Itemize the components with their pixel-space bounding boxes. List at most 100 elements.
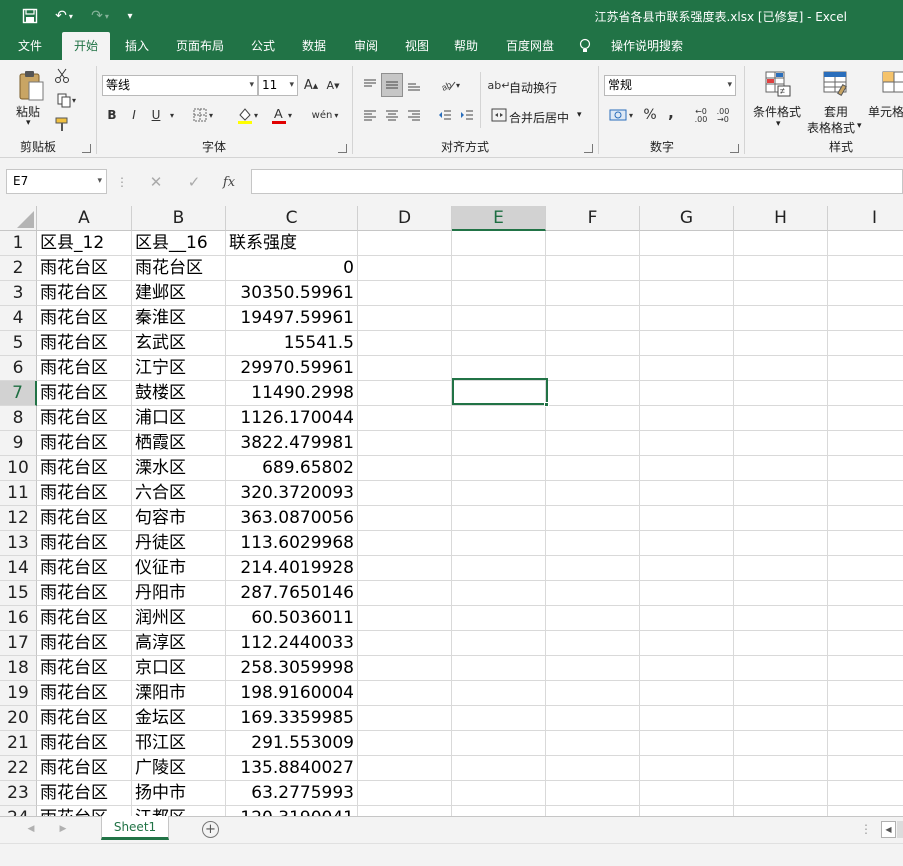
sheet-tab-sheet1[interactable]: Sheet1 — [101, 816, 169, 840]
cell-c3[interactable]: 30350.59961 — [226, 281, 358, 306]
cell-b17[interactable]: 高淳区 — [132, 631, 226, 656]
cell-a22[interactable]: 雨花台区 — [37, 756, 132, 781]
cell-i5[interactable] — [828, 331, 903, 356]
paste-dropdown-icon[interactable]: ▾ — [26, 118, 31, 128]
cell-a24[interactable]: 雨花台区 — [37, 806, 132, 816]
cell-i15[interactable] — [828, 581, 903, 606]
cell-d24[interactable] — [358, 806, 452, 816]
cell-b3[interactable]: 建邺区 — [132, 281, 226, 306]
cell-d2[interactable] — [358, 256, 452, 281]
cell-h7[interactable] — [734, 381, 828, 406]
horizontal-scrollbar[interactable] — [897, 821, 903, 838]
cell-a8[interactable]: 雨花台区 — [37, 406, 132, 431]
cell-i12[interactable] — [828, 506, 903, 531]
cell-g1[interactable] — [640, 231, 734, 256]
borders-icon[interactable]: ▾ — [188, 105, 218, 125]
name-box[interactable]: E7 ▾ — [6, 169, 107, 194]
cell-i22[interactable] — [828, 756, 903, 781]
align-top-icon[interactable] — [361, 74, 379, 96]
cell-f15[interactable] — [546, 581, 640, 606]
cell-g12[interactable] — [640, 506, 734, 531]
tab-baidu-netdisk[interactable]: 百度网盘 — [498, 32, 562, 60]
cell-b11[interactable]: 六合区 — [132, 481, 226, 506]
cell-c7[interactable]: 11490.2998 — [226, 381, 358, 406]
cell-i3[interactable] — [828, 281, 903, 306]
cell-c19[interactable]: 198.9160004 — [226, 681, 358, 706]
column-header-c[interactable]: C — [226, 206, 358, 231]
clipboard-launcher-icon[interactable] — [82, 144, 91, 153]
row-header-1[interactable]: 1 — [0, 231, 37, 256]
cell-d4[interactable] — [358, 306, 452, 331]
underline-dropdown-icon[interactable]: ▾ — [166, 105, 178, 125]
select-all-corner[interactable] — [0, 206, 37, 231]
cell-b4[interactable]: 秦淮区 — [132, 306, 226, 331]
column-header-h[interactable]: H — [734, 206, 828, 231]
cell-h13[interactable] — [734, 531, 828, 556]
cell-e5[interactable] — [452, 331, 546, 356]
column-header-a[interactable]: A — [37, 206, 132, 231]
cell-f11[interactable] — [546, 481, 640, 506]
cell-c14[interactable]: 214.4019928 — [226, 556, 358, 581]
copy-icon[interactable]: ▾ — [52, 90, 80, 110]
column-header-g[interactable]: G — [640, 206, 734, 231]
cell-g22[interactable] — [640, 756, 734, 781]
cell-g24[interactable] — [640, 806, 734, 816]
cell-e1[interactable] — [452, 231, 546, 256]
cell-b21[interactable]: 邗江区 — [132, 731, 226, 756]
save-icon[interactable] — [18, 5, 42, 27]
cell-g13[interactable] — [640, 531, 734, 556]
cell-i21[interactable] — [828, 731, 903, 756]
decrease-decimal-icon[interactable]: .00 →0 — [714, 105, 732, 127]
tab-insert[interactable]: 插入 — [116, 32, 158, 60]
conditional-formatting-button[interactable]: 条件格式 — [753, 103, 801, 120]
cell-a5[interactable]: 雨花台区 — [37, 331, 132, 356]
cell-a21[interactable]: 雨花台区 — [37, 731, 132, 756]
cell-f4[interactable] — [546, 306, 640, 331]
cell-h3[interactable] — [734, 281, 828, 306]
cell-i7[interactable] — [828, 381, 903, 406]
worksheet-grid[interactable]: ABCDEFGHI 1 2 3 4 5 6 7 8 9 10 11 12 13 14 15 16 17 18 19 2… — [0, 206, 903, 816]
format-as-table-icon[interactable] — [820, 68, 854, 100]
cell-g8[interactable] — [640, 406, 734, 431]
formula-bar-grip-icon[interactable]: ⋮ — [116, 173, 128, 191]
cell-f10[interactable] — [546, 456, 640, 481]
row-header-21[interactable]: 21 — [0, 731, 37, 756]
cell-e18[interactable] — [452, 656, 546, 681]
row-header-3[interactable]: 3 — [0, 281, 37, 306]
cell-i19[interactable] — [828, 681, 903, 706]
cell-a6[interactable]: 雨花台区 — [37, 356, 132, 381]
cell-h16[interactable] — [734, 606, 828, 631]
cell-c1[interactable]: 联系强度 — [226, 231, 358, 256]
cell-h12[interactable] — [734, 506, 828, 531]
align-left-icon[interactable] — [361, 105, 379, 125]
cell-i13[interactable] — [828, 531, 903, 556]
cell-h17[interactable] — [734, 631, 828, 656]
cell-c4[interactable]: 19497.59961 — [226, 306, 358, 331]
cell-h10[interactable] — [734, 456, 828, 481]
cell-d17[interactable] — [358, 631, 452, 656]
cell-a17[interactable]: 雨花台区 — [37, 631, 132, 656]
cell-h1[interactable] — [734, 231, 828, 256]
column-header-e[interactable]: E — [452, 206, 546, 231]
cell-b18[interactable]: 京口区 — [132, 656, 226, 681]
column-header-d[interactable]: D — [358, 206, 452, 231]
tab-home[interactable]: 开始 — [62, 32, 110, 60]
scroll-left-icon[interactable]: ◀ — [881, 821, 896, 838]
cell-g20[interactable] — [640, 706, 734, 731]
format-as-table-label-1[interactable]: 套用 — [824, 103, 848, 120]
cell-e14[interactable] — [452, 556, 546, 581]
align-middle-icon[interactable] — [381, 73, 403, 97]
cell-e10[interactable] — [452, 456, 546, 481]
cell-f2[interactable] — [546, 256, 640, 281]
cell-a10[interactable]: 雨花台区 — [37, 456, 132, 481]
comma-style-button[interactable]: , — [664, 103, 678, 123]
cell-g21[interactable] — [640, 731, 734, 756]
row-header-17[interactable]: 17 — [0, 631, 37, 656]
row-header-9[interactable]: 9 — [0, 431, 37, 456]
align-bottom-icon[interactable] — [405, 74, 423, 96]
cell-a13[interactable]: 雨花台区 — [37, 531, 132, 556]
cell-b7[interactable]: 鼓楼区 — [132, 381, 226, 406]
tell-me-search[interactable]: 操作说明搜索 — [602, 32, 692, 60]
row-header-11[interactable]: 11 — [0, 481, 37, 506]
cell-b6[interactable]: 江宁区 — [132, 356, 226, 381]
